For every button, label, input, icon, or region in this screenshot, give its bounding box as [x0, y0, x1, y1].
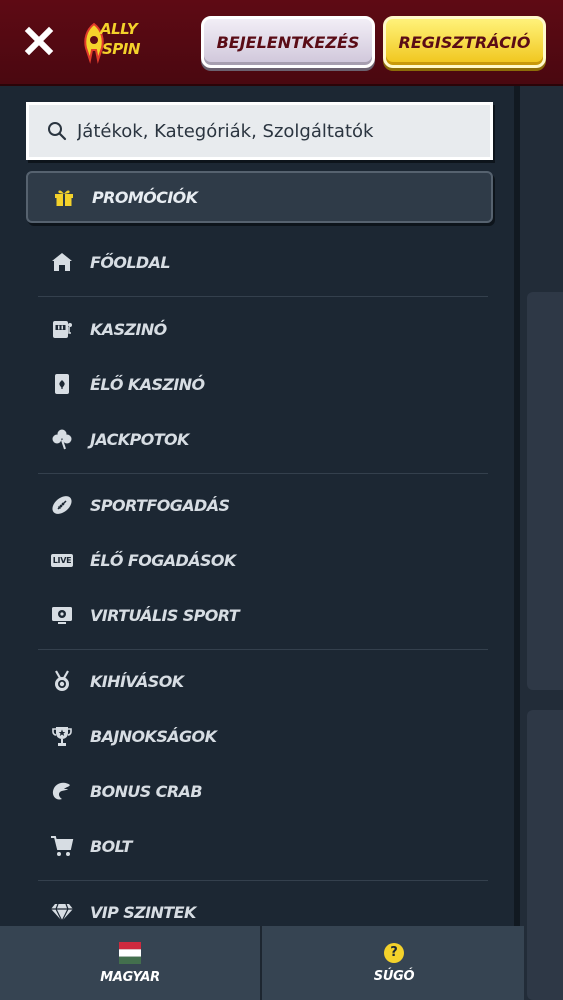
search-input[interactable] [77, 120, 477, 142]
medal-icon [50, 669, 74, 693]
slot-machine-icon [50, 317, 74, 341]
top-bar: ALLY SPIN BEJELENTKEZÉS REGISZTRÁCIÓ [0, 0, 563, 86]
register-button[interactable]: REGISZTRÁCIÓ [383, 16, 546, 68]
live-badge: LIVE [50, 553, 74, 567]
clover-icon [50, 427, 74, 451]
background-card [527, 710, 563, 1000]
menu-item-label: PROMÓCIÓK [92, 187, 198, 207]
menu-item-label: BAJNOKSÁGOK [90, 726, 217, 746]
menu-item-label: ÉLŐ KASZINÓ [90, 374, 205, 394]
menu-item-promotions[interactable]: PROMÓCIÓK [26, 171, 493, 223]
help-icon: ? [384, 942, 404, 963]
search-icon [48, 122, 67, 141]
playing-card-icon [50, 372, 74, 396]
gift-icon [52, 185, 76, 209]
divider [38, 649, 488, 650]
menu-item-live-casino[interactable]: ÉLŐ KASZINÓ [38, 362, 488, 406]
menu-item-tournaments[interactable]: BAJNOKSÁGOK [38, 714, 488, 758]
help-button[interactable]: ? SÚGÓ [263, 926, 525, 1000]
menu-item-label: VIRTUÁLIS SPORT [90, 605, 240, 625]
close-icon[interactable] [22, 24, 56, 58]
divider [38, 473, 488, 474]
language-button[interactable]: MAGYAR [0, 926, 262, 1000]
cart-icon [50, 834, 74, 858]
diamond-icon [50, 900, 74, 924]
menu-item-shop[interactable]: BOLT [38, 824, 488, 868]
menu-item-label: SPORTFOGADÁS [90, 495, 230, 515]
crab-claw-icon [50, 779, 74, 803]
menu-item-label: ÉLŐ FOGADÁSOK [90, 550, 236, 570]
menu-item-live-betting[interactable]: LIVE ÉLŐ FOGADÁSOK [38, 538, 488, 582]
menu-item-label: KIHÍVÁSOK [90, 671, 184, 691]
logo[interactable]: ALLY SPIN [82, 20, 162, 66]
menu-item-challenges[interactable]: KIHÍVÁSOK [38, 659, 488, 703]
menu-item-label: KASZINÓ [90, 319, 167, 339]
virtual-sport-icon [50, 603, 74, 627]
divider [38, 880, 488, 881]
menu-item-casino[interactable]: KASZINÓ [38, 307, 488, 351]
menu-scrollbar[interactable] [514, 86, 520, 926]
menu-footer: MAGYAR ? SÚGÓ [0, 926, 524, 1000]
menu-item-bonus-crab[interactable]: BONUS CRAB [38, 769, 488, 813]
help-label: SÚGÓ [373, 968, 415, 984]
hungarian-flag-icon [119, 941, 141, 964]
divider [38, 296, 488, 297]
search-box[interactable] [26, 102, 493, 160]
logo-text-bottom: SPIN [102, 40, 140, 58]
menu-item-label: JACKPOTOK [90, 429, 189, 449]
live-icon: LIVE [50, 548, 74, 572]
football-icon [50, 493, 74, 517]
trophy-icon [50, 724, 74, 748]
language-label: MAGYAR [100, 969, 160, 985]
menu-item-label: BONUS CRAB [90, 781, 203, 801]
menu-item-label: BOLT [90, 836, 132, 856]
menu-item-jackpots[interactable]: JACKPOTOK [38, 417, 488, 461]
menu-item-virtual-sport[interactable]: VIRTUÁLIS SPORT [38, 593, 488, 637]
home-icon [50, 250, 74, 274]
menu-item-label: VIP SZINTEK [90, 902, 196, 922]
menu-item-sports-betting[interactable]: SPORTFOGADÁS [38, 483, 488, 527]
background-card [527, 292, 563, 690]
login-button[interactable]: BEJELENTKEZÉS [201, 16, 375, 68]
logo-text-top: ALLY [100, 20, 138, 38]
menu-item-vip-levels[interactable]: VIP SZINTEK [38, 890, 488, 926]
menu-item-label: FŐOLDAL [90, 252, 171, 272]
side-menu: PROMÓCIÓK FŐOLDAL KASZINÓ [0, 86, 514, 926]
menu-item-home[interactable]: FŐOLDAL [38, 240, 488, 284]
